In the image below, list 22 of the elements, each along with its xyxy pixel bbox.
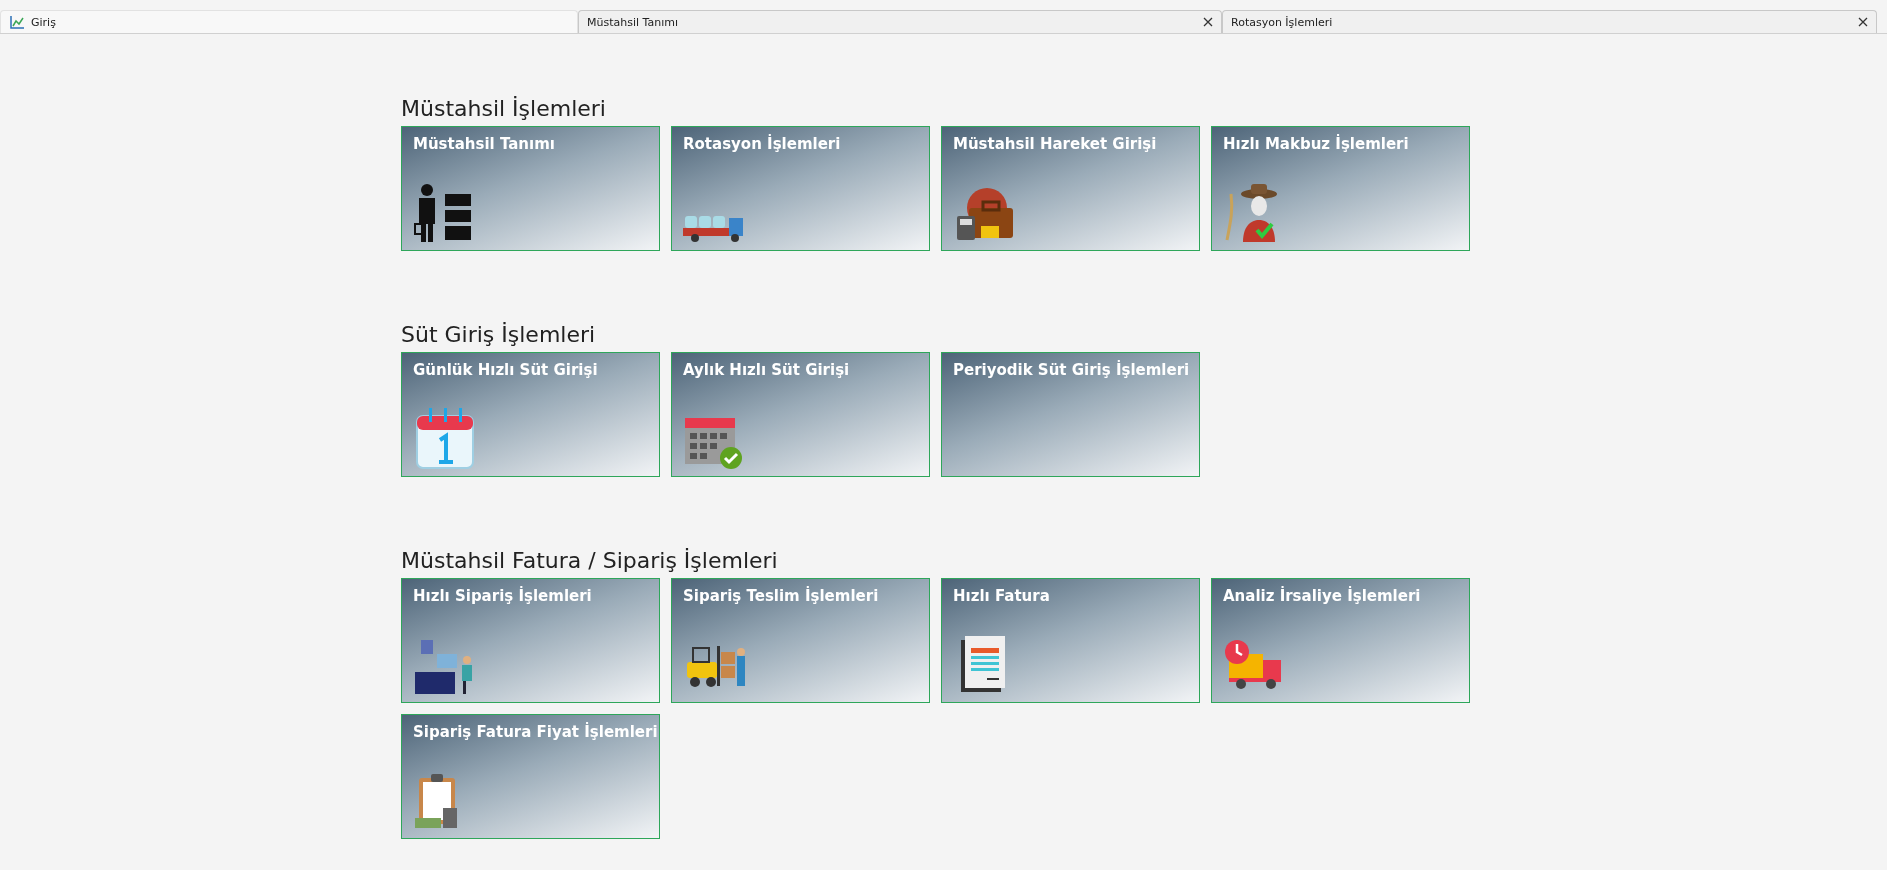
close-icon[interactable] bbox=[1203, 17, 1213, 27]
tab[interactable]: Giriş bbox=[0, 10, 578, 33]
chart-icon bbox=[9, 15, 25, 29]
menu-tile[interactable]: Müstahsil Tanımı bbox=[401, 126, 660, 251]
section-title: Müstahsil Fatura / Sipariş İşlemleri bbox=[401, 548, 779, 575]
tab[interactable]: Rotasyon İşlemleri bbox=[1222, 10, 1877, 33]
menu-tile[interactable]: Hızlı Sipariş İşlemleri bbox=[401, 578, 660, 703]
section-title: Müstahsil İşlemleri bbox=[401, 96, 607, 123]
menu-tile[interactable]: Günlük Hızlı Süt Girişi bbox=[401, 352, 660, 477]
menu-tile[interactable]: Müstahsil Hareket Girişi bbox=[941, 126, 1200, 251]
menu-tile[interactable]: Aylık Hızlı Süt Girişi bbox=[671, 352, 930, 477]
menu-tile[interactable]: Hızlı Fatura bbox=[941, 578, 1200, 703]
calendar-icon bbox=[413, 406, 477, 470]
section-title: Süt Giriş İşlemleri bbox=[401, 322, 597, 349]
close-icon[interactable] bbox=[1858, 17, 1868, 27]
menu-tile[interactable]: Sipariş Fatura Fiyat İşlemleri bbox=[401, 714, 660, 839]
menu-tile[interactable]: Analiz İrsaliye İşlemleri bbox=[1211, 578, 1470, 703]
menu-tile[interactable]: Rotasyon İşlemleri bbox=[671, 126, 930, 251]
menu-tile[interactable]: Periyodik Süt Giriş İşlemleri bbox=[941, 352, 1200, 477]
tab[interactable]: Müstahsil Tanımı bbox=[578, 10, 1222, 33]
menu-tile[interactable]: Hızlı Makbuz İşlemleri bbox=[1211, 126, 1470, 251]
menu-tile[interactable]: Sipariş Teslim İşlemleri bbox=[671, 578, 930, 703]
